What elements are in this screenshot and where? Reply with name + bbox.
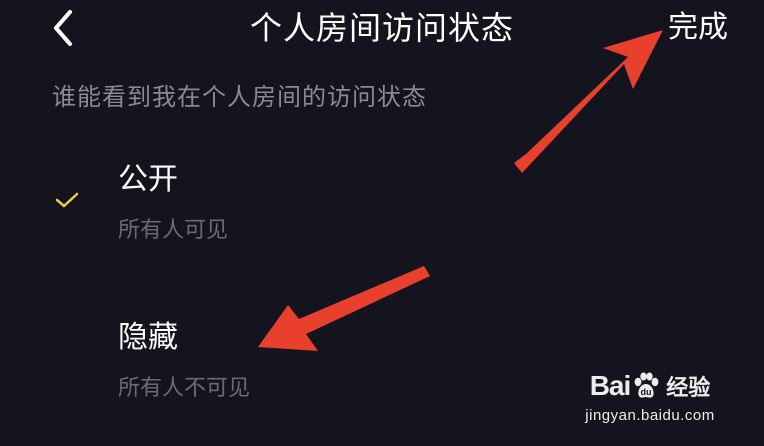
section-description: 谁能看到我在个人房间的访问状态	[52, 83, 427, 111]
svg-text:du: du	[641, 387, 652, 397]
watermark-logo: Bai du 经验	[570, 366, 730, 406]
option-hidden-subtitle: 所有人不可见	[118, 376, 251, 401]
watermark-brand-left: Bai	[589, 370, 632, 401]
watermark-brand-right: 经验	[666, 376, 711, 401]
option-public-subtitle: 所有人可见	[118, 218, 229, 243]
page-title: 个人房间访问状态	[249, 9, 514, 47]
option-public[interactable]: 公开 所有人可见	[0, 150, 764, 260]
option-hidden-title: 隐藏	[118, 320, 178, 355]
baidu-jingyan-watermark: Bai du 经验 jingyan.baidu.com	[570, 366, 730, 432]
settings-screen: 个人房间访问状态 完成 谁能看到我在个人房间的访问状态 公开 所有人可见 隐藏 …	[0, 0, 764, 446]
checkmark-icon	[55, 192, 79, 208]
done-button[interactable]: 完成	[668, 8, 728, 48]
watermark-url: jingyan.baidu.com	[585, 407, 715, 424]
option-public-title: 公开	[118, 162, 178, 197]
paw-icon: du	[634, 372, 659, 398]
